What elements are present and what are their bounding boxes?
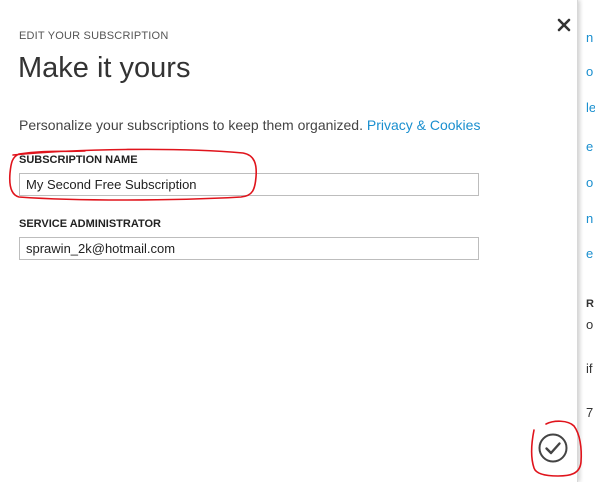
subscription-name-input[interactable] (19, 173, 479, 196)
background-text-fragment: e (586, 246, 594, 261)
background-text-fragment: le (586, 100, 595, 115)
privacy-cookies-link[interactable]: Privacy & Cookies (367, 117, 481, 133)
service-administrator-label: SERVICE ADMINISTRATOR (19, 218, 161, 230)
confirm-button[interactable] (537, 432, 569, 464)
close-button[interactable] (553, 14, 575, 36)
background-text-fragment: n (586, 211, 594, 226)
dialog-title: Make it yours (18, 52, 191, 84)
background-text-fragment: o (586, 64, 594, 79)
checkmark-circle-icon (538, 433, 568, 463)
intro-description: Personalize your subscriptions to keep t… (19, 117, 363, 133)
intro-text: Personalize your subscriptions to keep t… (19, 117, 480, 133)
service-administrator-input[interactable] (19, 237, 479, 260)
background-text-fragment: n (586, 30, 594, 45)
subscription-name-label: SUBSCRIPTION NAME (19, 154, 138, 166)
background-page: n o le e e o n e R o if 7 (578, 0, 595, 482)
background-text-fragment: o (586, 317, 594, 332)
edit-subscription-dialog: EDIT YOUR SUBSCRIPTION Make it yours Per… (0, 0, 583, 482)
background-text-fragment: 7 (586, 405, 594, 420)
background-text-fragment: R (586, 298, 594, 310)
background-text-fragment: if (586, 361, 593, 376)
background-text-fragment: o (586, 175, 594, 190)
background-text-fragment: e (586, 139, 594, 154)
close-icon (557, 18, 571, 32)
dialog-eyebrow: EDIT YOUR SUBSCRIPTION (19, 30, 169, 42)
